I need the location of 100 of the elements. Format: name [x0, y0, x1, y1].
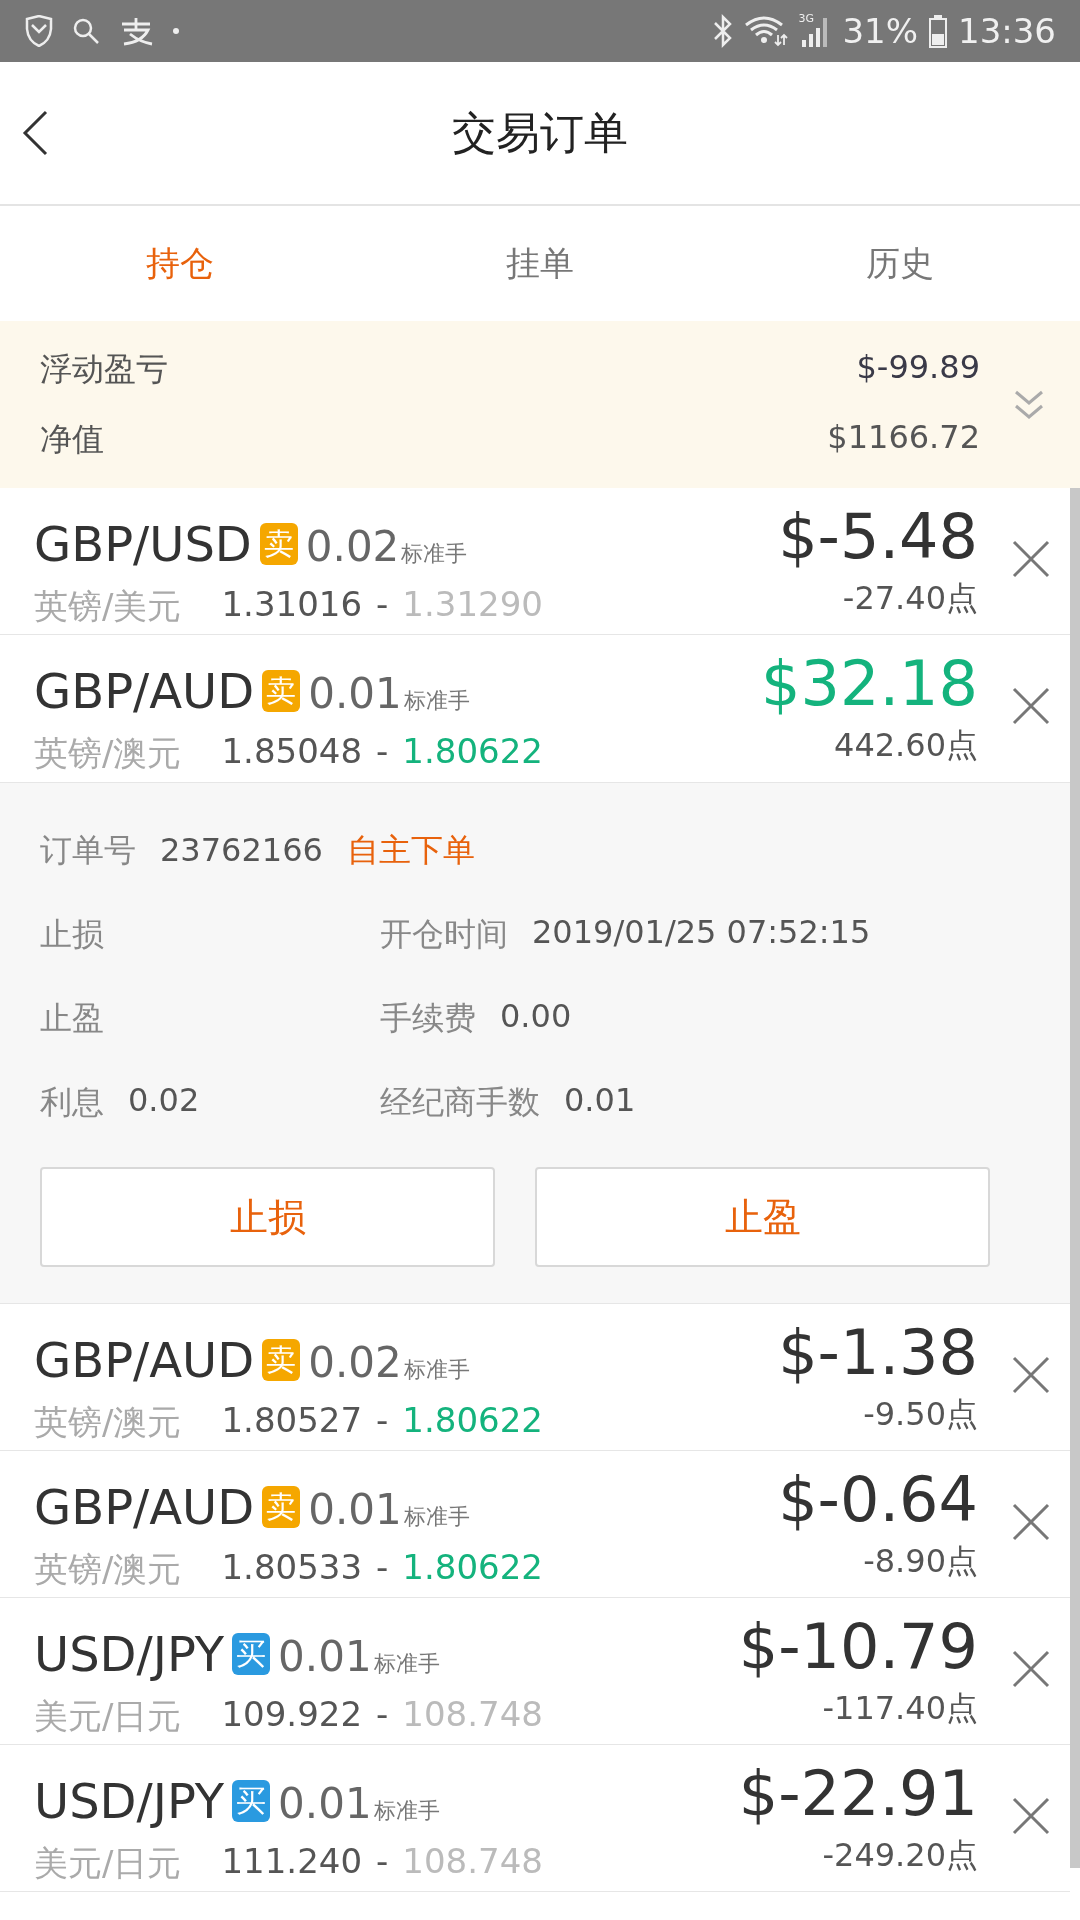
- close-icon[interactable]: [1012, 1356, 1050, 1394]
- price-separator: -: [376, 1400, 389, 1442]
- open-price: 109.922: [221, 1694, 363, 1736]
- field-label: 开仓时间: [380, 914, 508, 955]
- profit-points: -8.90点: [863, 1541, 978, 1582]
- profit-amount: $32.18: [761, 647, 978, 720]
- close-icon[interactable]: [1012, 1503, 1050, 1541]
- price-separator: -: [376, 1547, 389, 1589]
- open-price: 1.85048: [221, 731, 363, 773]
- currency-pair: USD/JPY: [34, 1626, 225, 1682]
- summary-value: $-99.89: [856, 347, 980, 388]
- summary-label: 净值: [40, 418, 104, 460]
- close-icon[interactable]: [1012, 1797, 1050, 1835]
- field-label: 经纪商手数: [380, 1082, 540, 1123]
- open-price: 1.80533: [221, 1547, 363, 1589]
- clock: 13:36: [958, 11, 1056, 51]
- open-price: 1.31016: [221, 584, 363, 626]
- current-price: 108.748: [402, 1841, 543, 1883]
- network-type: 3G: [798, 12, 814, 25]
- field-value: 0.01: [564, 1081, 636, 1121]
- close-icon[interactable]: [1012, 687, 1050, 725]
- order-type: 自主下单: [346, 830, 475, 871]
- profit-points: -27.40点: [842, 578, 978, 619]
- battery-percent: 31%: [842, 11, 918, 51]
- lot-size: 0.01: [308, 1485, 402, 1534]
- order-row[interactable]: USD/JPY 买 0.01 标准手 美元/日元 109.922 - 108.748 $-10.79 -117.40点: [0, 1598, 1070, 1745]
- order-row[interactable]: GBP/USD 卖 0.02 标准手 英镑/美元 1.31016 - 1.31290 $-5.48 -27.40点: [0, 488, 1070, 635]
- lot-size: 0.01: [308, 669, 402, 718]
- current-price: 1.80622: [402, 1400, 543, 1442]
- lot-unit: 标准手: [403, 1503, 470, 1531]
- side-tag: 卖: [259, 523, 298, 565]
- lot-size: 0.02: [305, 522, 400, 571]
- side-tag: 买: [232, 1633, 271, 1675]
- order-number: 23762166: [160, 831, 323, 869]
- field-label: 订单号: [40, 830, 136, 871]
- current-price: 108.748: [402, 1694, 543, 1736]
- currency-name: 美元/日元: [34, 1695, 182, 1738]
- currency-name: 英镑/澳元: [34, 1548, 182, 1591]
- currency-pair: GBP/AUD: [34, 1479, 255, 1535]
- profit-amount: $-10.79: [738, 1610, 978, 1683]
- side-tag: 卖: [262, 1486, 301, 1528]
- dot-icon: [172, 27, 180, 35]
- wifi-icon: [744, 15, 789, 47]
- side-tag: 卖: [262, 1339, 301, 1381]
- lot-unit: 标准手: [373, 1650, 440, 1678]
- lot-unit: 标准手: [401, 540, 468, 568]
- open-price: 111.240: [221, 1841, 363, 1883]
- order-row[interactable]: GBP/AUD 卖 0.01 标准手 英镑/澳元 1.80533 - 1.80622 $-0.64 -8.90点: [0, 1451, 1070, 1598]
- profit-points: -249.20点: [822, 1835, 978, 1876]
- profit-amount: $-0.64: [778, 1463, 978, 1536]
- currency-name: 美元/日元: [34, 1842, 182, 1885]
- current-price: 1.31290: [402, 584, 543, 626]
- price-separator: -: [376, 1841, 389, 1883]
- currency-pair: GBP/USD: [34, 516, 252, 572]
- page-title: 交易订单: [452, 105, 628, 160]
- currency-pair: USD/JPY: [34, 1773, 225, 1829]
- field-label: 止损: [40, 914, 104, 955]
- price-separator: -: [376, 731, 389, 773]
- side-tag: 卖: [262, 670, 301, 712]
- lot-size: 0.01: [278, 1632, 372, 1681]
- side-tag: 买: [232, 1780, 271, 1822]
- field-value: 0.00: [500, 997, 572, 1037]
- tab[interactable]: 挂单: [360, 206, 720, 321]
- field-label: 手续费: [380, 998, 476, 1039]
- profit-amount: $-5.48: [778, 500, 978, 573]
- field-label: 利息: [40, 1082, 104, 1123]
- shield-icon: [24, 15, 54, 47]
- lot-unit: 标准手: [403, 1356, 470, 1384]
- back-icon[interactable]: [22, 110, 48, 156]
- currency-name: 英镑/澳元: [34, 1401, 182, 1444]
- current-price: 1.80622: [402, 731, 543, 773]
- field-value: 0.02: [128, 1081, 200, 1121]
- currency-pair: GBP/AUD: [34, 1332, 255, 1388]
- field-label: 止盈: [40, 998, 104, 1039]
- price-separator: -: [376, 1694, 389, 1736]
- summary-value: $1166.72: [827, 417, 980, 458]
- lot-unit: 标准手: [373, 1797, 440, 1825]
- currency-name: 英镑/美元: [34, 585, 182, 628]
- tab[interactable]: 历史: [720, 206, 1080, 321]
- close-icon[interactable]: [1012, 1650, 1050, 1688]
- profit-amount: $-1.38: [778, 1316, 978, 1389]
- profit-points: 442.60点: [834, 725, 978, 766]
- currency-name: 英镑/澳元: [34, 732, 182, 775]
- search-icon: [72, 17, 100, 45]
- close-icon[interactable]: [1012, 540, 1050, 578]
- lot-size: 0.02: [308, 1338, 402, 1387]
- order-row[interactable]: GBP/AUD 卖 0.02 标准手 英镑/澳元 1.80527 - 1.80622 $-1.38 -9.50点: [0, 1304, 1070, 1451]
- summary-label: 浮动盈亏: [40, 348, 168, 390]
- order-row[interactable]: USD/JPY 买 0.01 标准手 美元/日元 111.240 - 108.748 $-22.91 -249.20点: [0, 1745, 1070, 1892]
- lot-size: 0.01: [278, 1779, 372, 1828]
- battery-icon: [928, 14, 948, 48]
- field-value: 2019/01/25 07:52:15: [532, 913, 871, 953]
- profit-amount: $-22.91: [738, 1757, 978, 1830]
- currency-pair: GBP/AUD: [34, 663, 255, 719]
- profit-points: -117.40点: [822, 1688, 978, 1729]
- profit-points: -9.50点: [863, 1394, 978, 1435]
- current-price: 1.80622: [402, 1547, 543, 1589]
- price-separator: -: [376, 584, 389, 626]
- order-row[interactable]: GBP/AUD 卖 0.01 标准手 英镑/澳元 1.85048 - 1.80622 $32.18 442.60点: [0, 635, 1070, 782]
- open-price: 1.80527: [221, 1400, 363, 1442]
